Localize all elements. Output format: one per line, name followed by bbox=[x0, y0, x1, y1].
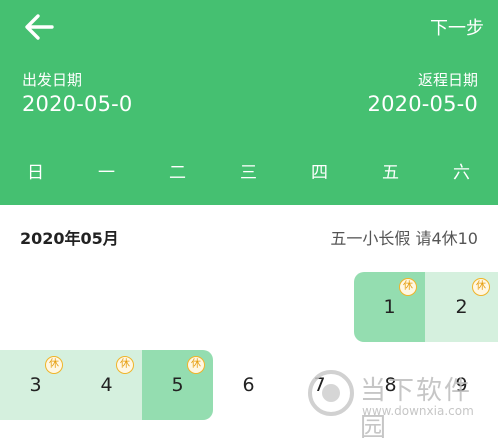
arrow-left-icon bbox=[25, 14, 54, 40]
watermark-logo-icon bbox=[308, 370, 354, 416]
day-cell-2[interactable]: 2 休 bbox=[425, 272, 498, 342]
holiday-tip: 五一小长假 请4休10 bbox=[330, 229, 478, 248]
day-cell-3[interactable]: 3 休 bbox=[0, 350, 71, 420]
day-number: 4 bbox=[100, 374, 113, 396]
return-date-label: 返程日期 bbox=[417, 71, 478, 89]
back-button[interactable] bbox=[22, 10, 58, 44]
watermark-logo-center bbox=[322, 384, 340, 402]
depart-date[interactable]: 出发日期 2020-05-0 bbox=[22, 70, 132, 117]
rest-badge: 休 bbox=[399, 278, 417, 296]
rest-badge: 休 bbox=[187, 356, 205, 374]
weekday-row: 日 一 二 三 四 五 六 bbox=[0, 158, 498, 188]
weekday-fri: 五 bbox=[382, 163, 399, 183]
weekday-mon: 一 bbox=[98, 163, 115, 183]
day-number: 2 bbox=[455, 296, 468, 318]
watermark-url: www.downxia.com bbox=[362, 404, 474, 418]
rest-badge: 休 bbox=[45, 356, 63, 374]
return-date[interactable]: 返程日期 2020-05-0 bbox=[368, 70, 478, 117]
watermark: 当下软件园 www.downxia.com bbox=[308, 366, 498, 438]
weekday-thu: 四 bbox=[311, 163, 328, 183]
rest-badge: 休 bbox=[116, 356, 134, 374]
day-number: 1 bbox=[383, 296, 396, 318]
month-header: 2020年05月 五一小长假 请4休10 bbox=[0, 222, 498, 252]
weekday-tue: 二 bbox=[169, 163, 186, 183]
day-number: 6 bbox=[242, 374, 255, 396]
depart-date-value: 2020-05-0 bbox=[22, 92, 133, 116]
weekday-sun: 日 bbox=[27, 163, 44, 183]
month-title: 2020年05月 bbox=[20, 229, 119, 248]
depart-date-label: 出发日期 bbox=[22, 71, 83, 89]
rest-badge: 休 bbox=[472, 278, 490, 296]
day-number: 3 bbox=[29, 374, 42, 396]
top-header: 下一步 出发日期 2020-05-0 返程日期 2020-05-0 日 一 二 … bbox=[0, 0, 498, 205]
day-cell-1[interactable]: 1 休 bbox=[354, 272, 425, 342]
next-step-button[interactable]: 下一步 bbox=[430, 14, 484, 40]
weekday-sat: 六 bbox=[453, 163, 470, 183]
day-cell-6[interactable]: 6 bbox=[213, 350, 284, 420]
return-date-value: 2020-05-0 bbox=[367, 92, 478, 116]
weekday-wed: 三 bbox=[240, 163, 257, 183]
day-cell-4[interactable]: 4 休 bbox=[71, 350, 142, 420]
day-number: 5 bbox=[171, 374, 184, 396]
day-cell-5[interactable]: 5 休 bbox=[142, 350, 213, 420]
